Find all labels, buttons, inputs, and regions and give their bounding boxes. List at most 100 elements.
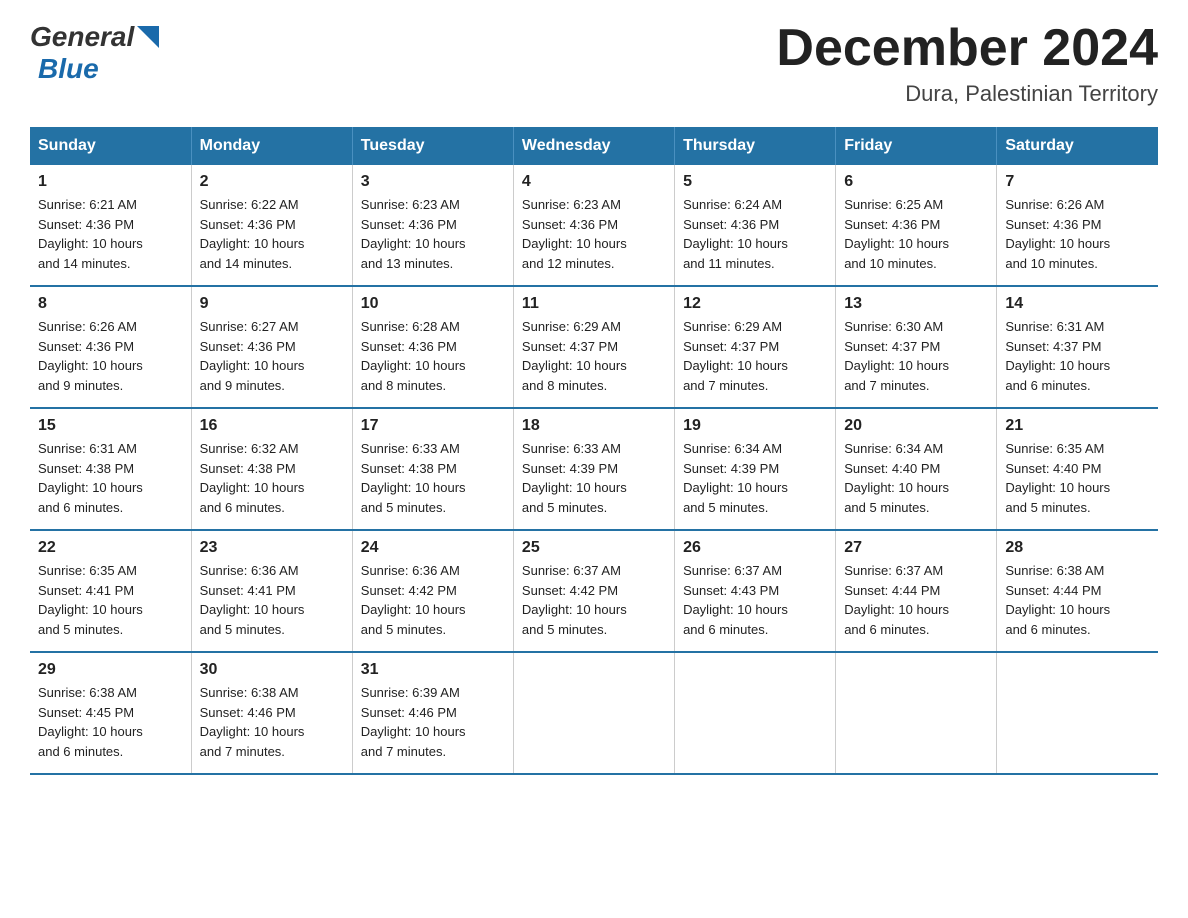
calendar-cell: 28 Sunrise: 6:38 AM Sunset: 4:44 PM Dayl…	[997, 530, 1158, 652]
day-number: 15	[38, 417, 183, 435]
header-saturday: Saturday	[997, 127, 1158, 165]
header-monday: Monday	[191, 127, 352, 165]
title-area: December 2024 Dura, Palestinian Territor…	[776, 20, 1158, 107]
calendar-table: SundayMondayTuesdayWednesdayThursdayFrid…	[30, 127, 1158, 775]
day-info: Sunrise: 6:24 AM Sunset: 4:36 PM Dayligh…	[683, 195, 827, 273]
day-number: 5	[683, 173, 827, 191]
day-number: 11	[522, 295, 666, 313]
day-number: 6	[844, 173, 988, 191]
day-number: 8	[38, 295, 183, 313]
day-number: 1	[38, 173, 183, 191]
calendar-cell: 30 Sunrise: 6:38 AM Sunset: 4:46 PM Dayl…	[191, 652, 352, 774]
day-number: 25	[522, 539, 666, 557]
month-title: December 2024	[776, 20, 1158, 77]
calendar-cell: 12 Sunrise: 6:29 AM Sunset: 4:37 PM Dayl…	[675, 286, 836, 408]
calendar-cell: 26 Sunrise: 6:37 AM Sunset: 4:43 PM Dayl…	[675, 530, 836, 652]
calendar-cell: 4 Sunrise: 6:23 AM Sunset: 4:36 PM Dayli…	[513, 165, 674, 286]
day-number: 9	[200, 295, 344, 313]
week-row-4: 22 Sunrise: 6:35 AM Sunset: 4:41 PM Dayl…	[30, 530, 1158, 652]
calendar-cell: 7 Sunrise: 6:26 AM Sunset: 4:36 PM Dayli…	[997, 165, 1158, 286]
day-number: 21	[1005, 417, 1150, 435]
day-info: Sunrise: 6:30 AM Sunset: 4:37 PM Dayligh…	[844, 317, 988, 395]
calendar-cell: 23 Sunrise: 6:36 AM Sunset: 4:41 PM Dayl…	[191, 530, 352, 652]
calendar-cell: 11 Sunrise: 6:29 AM Sunset: 4:37 PM Dayl…	[513, 286, 674, 408]
calendar-cell: 16 Sunrise: 6:32 AM Sunset: 4:38 PM Dayl…	[191, 408, 352, 530]
day-number: 30	[200, 661, 344, 679]
day-info: Sunrise: 6:38 AM Sunset: 4:44 PM Dayligh…	[1005, 561, 1150, 639]
calendar-cell: 17 Sunrise: 6:33 AM Sunset: 4:38 PM Dayl…	[352, 408, 513, 530]
day-info: Sunrise: 6:34 AM Sunset: 4:40 PM Dayligh…	[844, 439, 988, 517]
day-info: Sunrise: 6:39 AM Sunset: 4:46 PM Dayligh…	[361, 683, 505, 761]
day-info: Sunrise: 6:27 AM Sunset: 4:36 PM Dayligh…	[200, 317, 344, 395]
calendar-cell: 13 Sunrise: 6:30 AM Sunset: 4:37 PM Dayl…	[836, 286, 997, 408]
calendar-cell: 10 Sunrise: 6:28 AM Sunset: 4:36 PM Dayl…	[352, 286, 513, 408]
calendar-cell: 1 Sunrise: 6:21 AM Sunset: 4:36 PM Dayli…	[30, 165, 191, 286]
day-info: Sunrise: 6:36 AM Sunset: 4:42 PM Dayligh…	[361, 561, 505, 639]
calendar-cell	[997, 652, 1158, 774]
day-number: 17	[361, 417, 505, 435]
day-number: 7	[1005, 173, 1150, 191]
day-info: Sunrise: 6:22 AM Sunset: 4:36 PM Dayligh…	[200, 195, 344, 273]
day-number: 2	[200, 173, 344, 191]
calendar-cell: 21 Sunrise: 6:35 AM Sunset: 4:40 PM Dayl…	[997, 408, 1158, 530]
logo-blue-text: Blue	[34, 53, 99, 84]
day-number: 31	[361, 661, 505, 679]
calendar-cell	[675, 652, 836, 774]
day-number: 3	[361, 173, 505, 191]
calendar-cell: 2 Sunrise: 6:22 AM Sunset: 4:36 PM Dayli…	[191, 165, 352, 286]
logo-general-text: General	[30, 21, 134, 53]
day-number: 22	[38, 539, 183, 557]
day-info: Sunrise: 6:29 AM Sunset: 4:37 PM Dayligh…	[522, 317, 666, 395]
header-sunday: Sunday	[30, 127, 191, 165]
day-info: Sunrise: 6:28 AM Sunset: 4:36 PM Dayligh…	[361, 317, 505, 395]
header-friday: Friday	[836, 127, 997, 165]
logo: General Blue	[30, 20, 159, 85]
day-number: 28	[1005, 539, 1150, 557]
day-number: 14	[1005, 295, 1150, 313]
calendar-cell	[513, 652, 674, 774]
day-number: 27	[844, 539, 988, 557]
calendar-cell: 6 Sunrise: 6:25 AM Sunset: 4:36 PM Dayli…	[836, 165, 997, 286]
calendar-cell: 24 Sunrise: 6:36 AM Sunset: 4:42 PM Dayl…	[352, 530, 513, 652]
calendar-cell: 19 Sunrise: 6:34 AM Sunset: 4:39 PM Dayl…	[675, 408, 836, 530]
calendar-cell: 22 Sunrise: 6:35 AM Sunset: 4:41 PM Dayl…	[30, 530, 191, 652]
calendar-cell: 27 Sunrise: 6:37 AM Sunset: 4:44 PM Dayl…	[836, 530, 997, 652]
calendar-cell: 29 Sunrise: 6:38 AM Sunset: 4:45 PM Dayl…	[30, 652, 191, 774]
day-number: 16	[200, 417, 344, 435]
calendar-header: SundayMondayTuesdayWednesdayThursdayFrid…	[30, 127, 1158, 165]
calendar-cell: 20 Sunrise: 6:34 AM Sunset: 4:40 PM Dayl…	[836, 408, 997, 530]
day-info: Sunrise: 6:23 AM Sunset: 4:36 PM Dayligh…	[522, 195, 666, 273]
day-info: Sunrise: 6:37 AM Sunset: 4:43 PM Dayligh…	[683, 561, 827, 639]
week-row-1: 1 Sunrise: 6:21 AM Sunset: 4:36 PM Dayli…	[30, 165, 1158, 286]
day-number: 12	[683, 295, 827, 313]
calendar-cell: 14 Sunrise: 6:31 AM Sunset: 4:37 PM Dayl…	[997, 286, 1158, 408]
calendar-cell: 25 Sunrise: 6:37 AM Sunset: 4:42 PM Dayl…	[513, 530, 674, 652]
day-info: Sunrise: 6:37 AM Sunset: 4:42 PM Dayligh…	[522, 561, 666, 639]
header-thursday: Thursday	[675, 127, 836, 165]
logo-top: General	[30, 20, 159, 53]
calendar-cell: 15 Sunrise: 6:31 AM Sunset: 4:38 PM Dayl…	[30, 408, 191, 530]
week-row-2: 8 Sunrise: 6:26 AM Sunset: 4:36 PM Dayli…	[30, 286, 1158, 408]
header-tuesday: Tuesday	[352, 127, 513, 165]
day-info: Sunrise: 6:31 AM Sunset: 4:37 PM Dayligh…	[1005, 317, 1150, 395]
calendar-body: 1 Sunrise: 6:21 AM Sunset: 4:36 PM Dayli…	[30, 165, 1158, 774]
day-number: 19	[683, 417, 827, 435]
calendar-cell: 9 Sunrise: 6:27 AM Sunset: 4:36 PM Dayli…	[191, 286, 352, 408]
day-info: Sunrise: 6:23 AM Sunset: 4:36 PM Dayligh…	[361, 195, 505, 273]
calendar-cell: 3 Sunrise: 6:23 AM Sunset: 4:36 PM Dayli…	[352, 165, 513, 286]
day-info: Sunrise: 6:36 AM Sunset: 4:41 PM Dayligh…	[200, 561, 344, 639]
header-wednesday: Wednesday	[513, 127, 674, 165]
day-number: 10	[361, 295, 505, 313]
day-info: Sunrise: 6:25 AM Sunset: 4:36 PM Dayligh…	[844, 195, 988, 273]
day-info: Sunrise: 6:31 AM Sunset: 4:38 PM Dayligh…	[38, 439, 183, 517]
calendar-cell: 5 Sunrise: 6:24 AM Sunset: 4:36 PM Dayli…	[675, 165, 836, 286]
day-number: 20	[844, 417, 988, 435]
day-info: Sunrise: 6:29 AM Sunset: 4:37 PM Dayligh…	[683, 317, 827, 395]
day-number: 13	[844, 295, 988, 313]
day-number: 18	[522, 417, 666, 435]
calendar-cell: 8 Sunrise: 6:26 AM Sunset: 4:36 PM Dayli…	[30, 286, 191, 408]
day-number: 4	[522, 173, 666, 191]
logo-arrow-icon	[137, 26, 159, 48]
page-header: General Blue December 2024 Dura, Palesti…	[30, 20, 1158, 107]
week-row-3: 15 Sunrise: 6:31 AM Sunset: 4:38 PM Dayl…	[30, 408, 1158, 530]
